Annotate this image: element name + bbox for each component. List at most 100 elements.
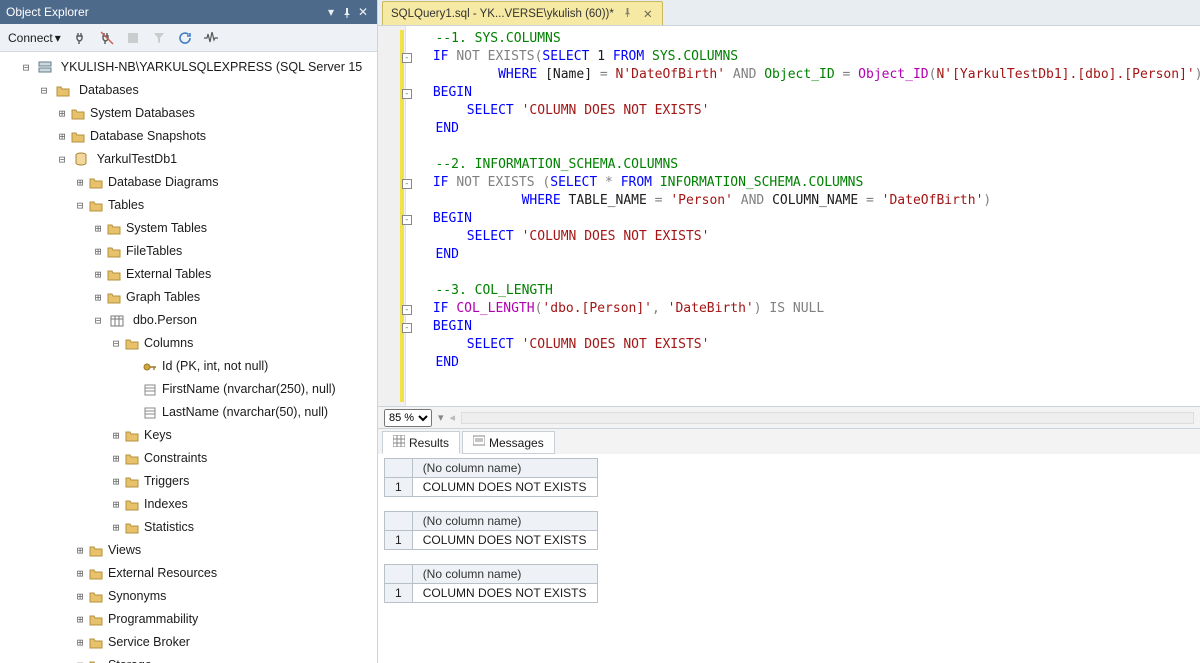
column-header[interactable]: (No column name): [412, 565, 597, 584]
horizontal-scrollbar[interactable]: [461, 412, 1194, 424]
object-explorer-tree[interactable]: ⊟ YKULISH-NB\YARKULSQLEXPRESS (SQL Serve…: [0, 52, 377, 663]
activity-icon[interactable]: [201, 28, 221, 48]
connect-plug-icon[interactable]: [71, 28, 91, 48]
tree-toggle[interactable]: ⊟: [110, 333, 122, 355]
result-grid-2[interactable]: (No column name) 1COLUMN DOES NOT EXISTS: [384, 511, 1194, 550]
window-dropdown-icon[interactable]: ▾: [323, 5, 339, 19]
stop-icon[interactable]: [123, 28, 143, 48]
tree-item[interactable]: Programmability: [108, 612, 198, 626]
folder-icon: [124, 520, 140, 536]
connect-dropdown[interactable]: Connect ▾: [4, 29, 65, 47]
tree-toggle[interactable]: ⊞: [110, 425, 122, 447]
column-header[interactable]: (No column name): [412, 512, 597, 531]
tree-toggle[interactable]: ⊞: [56, 126, 68, 148]
tree-toggle[interactable]: ⊟: [92, 310, 104, 332]
tree-toggle[interactable]: ⊞: [74, 655, 86, 663]
tree-item[interactable]: Statistics: [144, 520, 194, 534]
tree-item[interactable]: Constraints: [144, 451, 207, 465]
grid-corner: [385, 565, 413, 584]
tree-item[interactable]: YarkulTestDb1: [97, 152, 177, 166]
close-icon[interactable]: ✕: [355, 5, 371, 19]
server-icon: [37, 59, 53, 75]
pin-icon[interactable]: [622, 8, 634, 20]
tab-messages[interactable]: Messages: [462, 431, 555, 454]
tree-item[interactable]: External Resources: [108, 566, 217, 580]
tree-toggle[interactable]: ⊞: [110, 494, 122, 516]
zoom-select[interactable]: 85 %: [384, 409, 432, 427]
tab-results[interactable]: Results: [382, 431, 460, 454]
tab-results-label: Results: [409, 436, 449, 450]
tree-item[interactable]: Database Snapshots: [90, 129, 206, 143]
tree-item[interactable]: Tables: [108, 198, 144, 212]
row-header[interactable]: 1: [385, 531, 413, 550]
sql-editor[interactable]: --1. SYS.COLUMNS -IF NOT EXISTS(SELECT 1…: [378, 26, 1200, 406]
tree-item[interactable]: External Tables: [126, 267, 211, 281]
result-grid-3[interactable]: (No column name) 1COLUMN DOES NOT EXISTS: [384, 564, 1194, 603]
tree-toggle[interactable]: ⊞: [74, 632, 86, 654]
tree-toggle[interactable]: ⊟: [20, 57, 32, 79]
tree-toggle[interactable]: ⊞: [92, 264, 104, 286]
row-header[interactable]: 1: [385, 584, 413, 603]
tree-toggle[interactable]: ⊟: [74, 195, 86, 217]
refresh-icon[interactable]: [175, 28, 195, 48]
tree-item[interactable]: Storage: [108, 658, 152, 663]
grid-cell[interactable]: COLUMN DOES NOT EXISTS: [412, 478, 597, 497]
tree-toggle[interactable]: ⊞: [110, 448, 122, 470]
tree-item[interactable]: Graph Tables: [126, 290, 200, 304]
tree-toggle[interactable]: ⊞: [74, 609, 86, 631]
tree-item[interactable]: Views: [108, 543, 141, 557]
folder-icon: [55, 83, 71, 99]
results-tabstrip: Results Messages: [378, 428, 1200, 454]
close-icon[interactable]: ✕: [642, 7, 654, 21]
folder-icon: [88, 635, 104, 651]
object-explorer-toolbar: Connect ▾: [0, 24, 377, 52]
tree-item[interactable]: FileTables: [126, 244, 182, 258]
editor-tab-title: SQLQuery1.sql - YK...VERSE\ykulish (60))…: [391, 8, 614, 20]
result-grid-1[interactable]: (No column name) 1COLUMN DOES NOT EXISTS: [384, 458, 1194, 497]
tree-toggle[interactable]: ⊟: [38, 80, 50, 102]
pin-icon[interactable]: [339, 5, 355, 19]
tree-toggle[interactable]: ⊞: [92, 287, 104, 309]
tree-toggle[interactable]: ⊞: [56, 103, 68, 125]
disconnect-plug-icon[interactable]: [97, 28, 117, 48]
messages-icon: [473, 435, 485, 450]
tree-toggle[interactable]: ⊞: [74, 563, 86, 585]
tree-item[interactable]: Keys: [144, 428, 172, 442]
tree-toggle[interactable]: ⊞: [92, 218, 104, 240]
tree-item[interactable]: LastName (nvarchar(50), null): [162, 405, 328, 419]
tree-item[interactable]: Indexes: [144, 497, 188, 511]
connect-label: Connect: [8, 31, 53, 45]
editor-tab[interactable]: SQLQuery1.sql - YK...VERSE\ykulish (60))…: [382, 1, 663, 25]
tree-item[interactable]: Service Broker: [108, 635, 190, 649]
column-icon: [142, 382, 158, 398]
grid-cell[interactable]: COLUMN DOES NOT EXISTS: [412, 584, 597, 603]
grid-corner: [385, 459, 413, 478]
zoom-bar: 85 % ▾ ◂: [378, 406, 1200, 428]
folder-icon: [106, 267, 122, 283]
filter-icon[interactable]: [149, 28, 169, 48]
tree-item[interactable]: Columns: [144, 336, 193, 350]
tree-databases[interactable]: Databases: [79, 83, 139, 97]
folder-icon: [88, 175, 104, 191]
tree-item[interactable]: FirstName (nvarchar(250), null): [162, 382, 336, 396]
tree-toggle[interactable]: ⊞: [92, 241, 104, 263]
tree-toggle[interactable]: ⊞: [74, 540, 86, 562]
row-header[interactable]: 1: [385, 478, 413, 497]
table-icon: [109, 313, 125, 329]
folder-icon: [106, 221, 122, 237]
tree-item[interactable]: Triggers: [144, 474, 189, 488]
tree-item[interactable]: System Databases: [90, 106, 195, 120]
tree-item[interactable]: Synonyms: [108, 589, 166, 603]
tree-toggle[interactable]: ⊞: [110, 517, 122, 539]
tree-item[interactable]: dbo.Person: [133, 313, 197, 327]
tree-item[interactable]: System Tables: [126, 221, 207, 235]
tree-server-label[interactable]: YKULISH-NB\YARKULSQLEXPRESS (SQL Server …: [61, 60, 363, 74]
tree-toggle[interactable]: ⊟: [56, 149, 68, 171]
tree-toggle[interactable]: ⊞: [110, 471, 122, 493]
tree-item[interactable]: Database Diagrams: [108, 175, 218, 189]
grid-cell[interactable]: COLUMN DOES NOT EXISTS: [412, 531, 597, 550]
tree-item[interactable]: Id (PK, int, not null): [162, 359, 268, 373]
tree-toggle[interactable]: ⊞: [74, 586, 86, 608]
column-header[interactable]: (No column name): [412, 459, 597, 478]
tree-toggle[interactable]: ⊞: [74, 172, 86, 194]
